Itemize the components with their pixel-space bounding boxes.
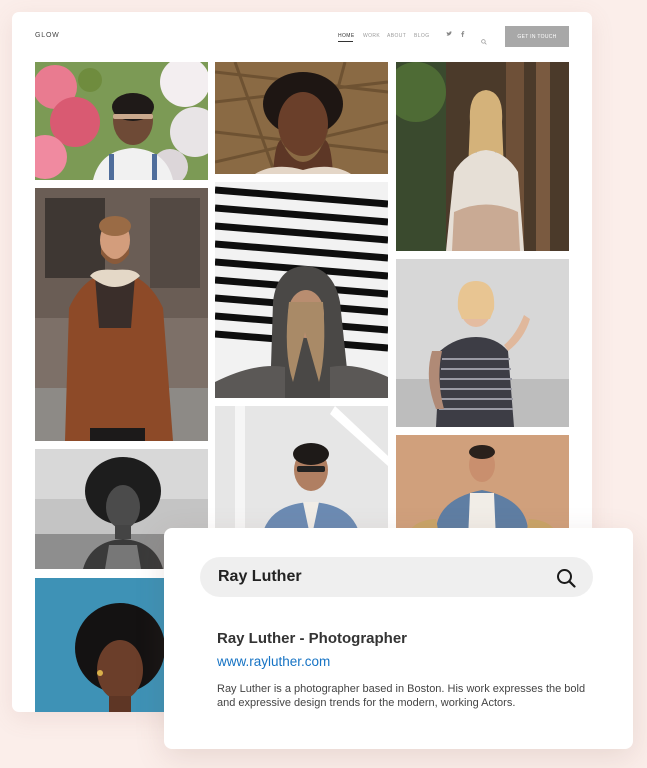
search-input[interactable]: Ray Luther (200, 557, 593, 597)
nav-blog[interactable]: BLOG (414, 33, 430, 39)
site-search-icon[interactable] (481, 32, 487, 45)
twitter-icon[interactable] (446, 31, 452, 39)
nav-active-underline (338, 41, 353, 42)
search-result-card: Ray Luther Ray Luther - Photographer www… (164, 528, 633, 749)
nav-about[interactable]: ABOUT (387, 33, 406, 39)
photo-man-armchair[interactable] (396, 435, 569, 540)
photo-man-brown-jacket[interactable] (35, 188, 208, 441)
search-icon[interactable] (556, 568, 576, 588)
photo-woman-hands-on-face[interactable] (215, 62, 388, 174)
nav-work[interactable]: WORK (363, 33, 380, 39)
photo-woman-tattoo-tank[interactable] (396, 259, 569, 427)
nav-home[interactable]: HOME (338, 33, 355, 39)
result-title[interactable]: Ray Luther - Photographer (217, 630, 407, 647)
photo-woman-in-forest[interactable] (396, 62, 569, 251)
result-url-link[interactable]: www.rayluther.com (217, 654, 330, 669)
get-in-touch-button[interactable]: GET IN TOUCH (505, 26, 569, 47)
photo-woman-with-flowers[interactable] (35, 62, 208, 180)
result-description: Ray Luther is a photographer based in Bo… (217, 683, 586, 709)
facebook-icon[interactable] (460, 31, 465, 39)
search-query: Ray Luther (218, 568, 302, 585)
photo-man-sunglasses-denim[interactable] (215, 406, 388, 540)
site-logo[interactable]: GLOW (35, 32, 60, 39)
photo-hooded-person-blinds[interactable] (215, 182, 388, 398)
